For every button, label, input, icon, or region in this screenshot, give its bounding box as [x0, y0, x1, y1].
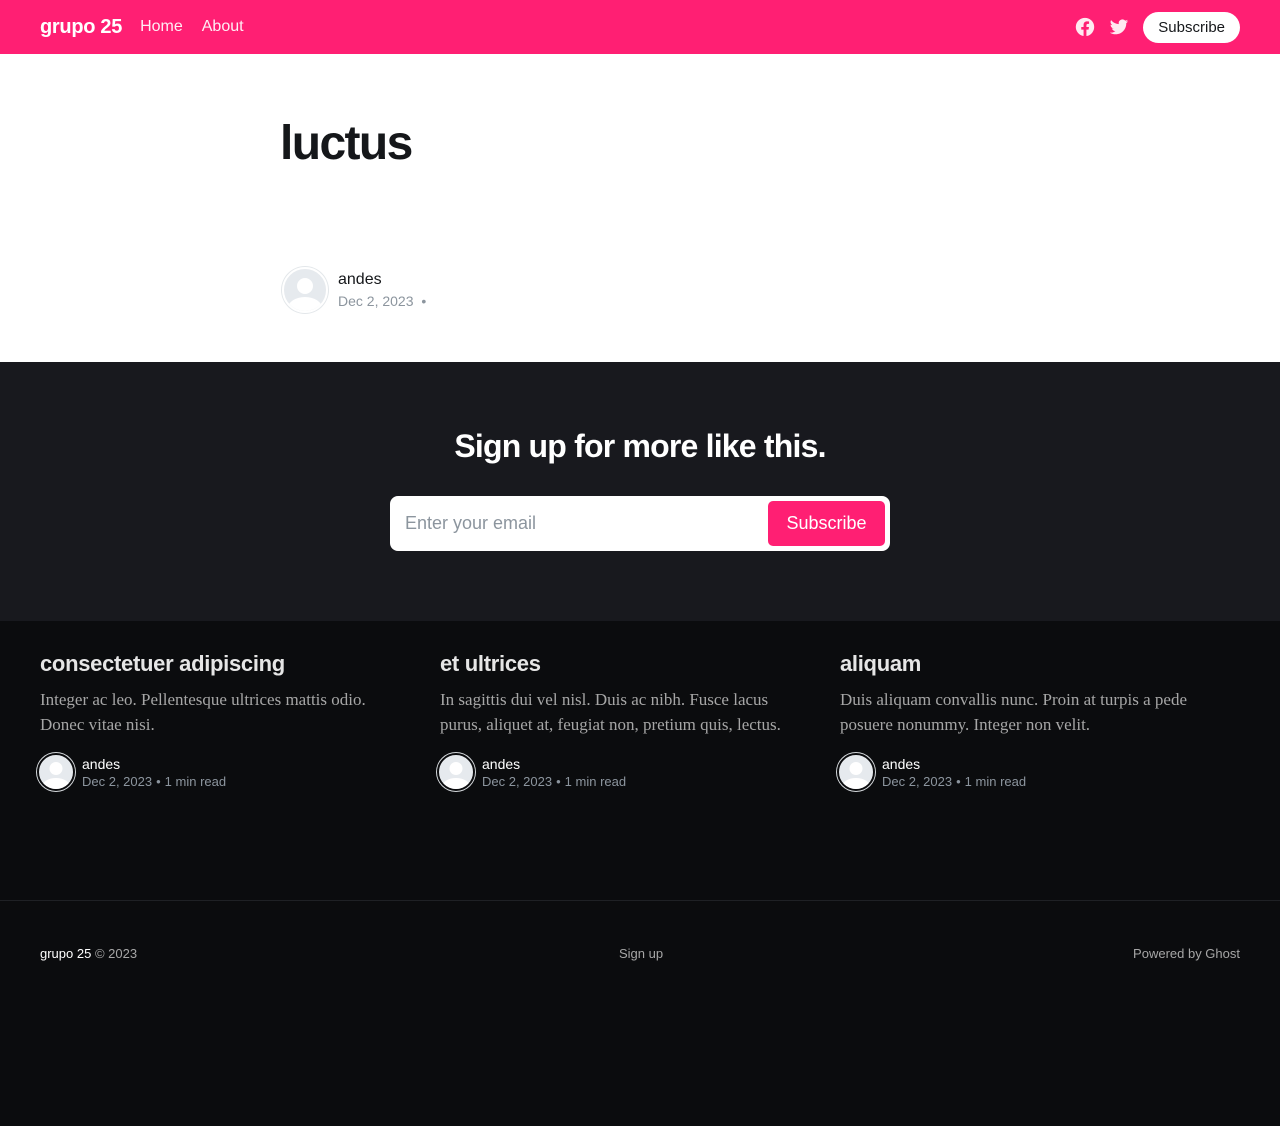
related-title[interactable]: aliquam	[840, 651, 1240, 677]
avatar-placeholder-body	[842, 778, 870, 789]
related-byline: andes Dec 2, 2023 • 1 min read	[837, 753, 1240, 791]
related-title[interactable]: consectetuer adipiscing	[40, 651, 440, 677]
header-left: grupo 25 Home About	[40, 16, 263, 39]
signup-form: Subscribe	[390, 496, 890, 551]
article-header: luctus andes Dec 2, 2023 •	[0, 54, 1280, 362]
post-date: Dec 2, 2023	[882, 773, 953, 789]
related-card[interactable]: et ultrices In sagittis dui vel nisl. Du…	[437, 651, 840, 791]
avatar-placeholder-icon	[49, 762, 63, 775]
author-name[interactable]: andes	[482, 756, 626, 772]
read-time: 1 min read	[564, 773, 627, 789]
byline-text: andes Dec 2, 2023 • 1 min read	[482, 756, 626, 789]
author-name[interactable]: andes	[882, 756, 1026, 772]
meta-separator: •	[956, 773, 961, 789]
header-right: Subscribe	[1075, 11, 1240, 43]
article-byline: andes Dec 2, 2023 •	[282, 267, 430, 313]
related-grid: consectetuer adipiscing Integer ac leo. …	[37, 651, 1240, 791]
related-card[interactable]: consectetuer adipiscing Integer ac leo. …	[37, 651, 440, 791]
powered-by-link[interactable]: Powered by Ghost	[1133, 946, 1240, 1126]
byline-meta: Dec 2, 2023 • 1 min read	[82, 774, 226, 789]
related-excerpt: In sagittis dui vel nisl. Duis ac nibh. …	[440, 690, 781, 734]
header-subscribe-button[interactable]: Subscribe	[1143, 11, 1240, 43]
avatar-placeholder-body	[288, 297, 322, 311]
avatar-placeholder-body	[42, 778, 70, 789]
twitter-icon[interactable]	[1109, 17, 1129, 37]
facebook-icon[interactable]	[1075, 17, 1095, 37]
byline-meta: Dec 2, 2023 •	[338, 293, 430, 309]
read-time: 1 min read	[964, 773, 1027, 789]
related-excerpt: Duis aliquam convallis nunc. Proin at tu…	[840, 690, 1188, 734]
avatar[interactable]	[282, 267, 328, 313]
byline-meta: Dec 2, 2023 • 1 min read	[882, 774, 1026, 789]
author-name[interactable]: andes	[82, 756, 226, 772]
meta-separator: •	[156, 773, 161, 789]
byline-text: andes Dec 2, 2023 • 1 min read	[882, 756, 1026, 789]
read-time: 1 min read	[164, 773, 227, 789]
footer-signup-link[interactable]: Sign up	[619, 946, 663, 961]
copyright-text: © 2023	[94, 946, 138, 961]
post-date: Dec 2, 2023	[338, 293, 414, 309]
site-logo[interactable]: grupo 25	[40, 16, 122, 39]
nav-home[interactable]: Home	[140, 18, 183, 36]
related-title[interactable]: et ultrices	[440, 651, 840, 677]
nav-about[interactable]: About	[202, 18, 244, 36]
signup-section: Sign up for more like this. Subscribe	[0, 362, 1280, 621]
related-card[interactable]: aliquam Duis aliquam convallis nunc. Pro…	[837, 651, 1240, 791]
related-excerpt: Integer ac leo. Pellentesque ultrices ma…	[40, 690, 366, 734]
related-byline: andes Dec 2, 2023 • 1 min read	[37, 753, 440, 791]
related-byline: andes Dec 2, 2023 • 1 min read	[437, 753, 840, 791]
byline-meta: Dec 2, 2023 • 1 min read	[482, 774, 626, 789]
avatar[interactable]	[837, 753, 875, 791]
site-header: grupo 25 Home About Subscribe	[0, 0, 1280, 54]
meta-separator: •	[421, 293, 427, 309]
avatar-placeholder-icon	[849, 762, 863, 775]
article-title: luctus	[280, 117, 413, 170]
footer-brand-link[interactable]: grupo 25	[40, 946, 91, 961]
avatar-placeholder-body	[442, 778, 470, 789]
site-footer: grupo 25 © 2023 Sign up Powered by Ghost	[0, 900, 1280, 1126]
avatar[interactable]	[437, 753, 475, 791]
footer-copyright: grupo 25 © 2023	[40, 946, 137, 1126]
email-input[interactable]	[405, 513, 768, 534]
author-name[interactable]: andes	[338, 271, 430, 289]
avatar-placeholder-icon	[449, 762, 463, 775]
post-date: Dec 2, 2023	[482, 773, 553, 789]
signup-subscribe-button[interactable]: Subscribe	[768, 501, 885, 546]
byline-text: andes Dec 2, 2023 •	[338, 271, 430, 309]
byline-text: andes Dec 2, 2023 • 1 min read	[82, 756, 226, 789]
post-date: Dec 2, 2023	[82, 773, 153, 789]
avatar-placeholder-icon	[297, 278, 313, 294]
avatar[interactable]	[37, 753, 75, 791]
related-posts: consectetuer adipiscing Integer ac leo. …	[0, 621, 1280, 900]
meta-separator: •	[556, 773, 561, 789]
signup-title: Sign up for more like this.	[454, 428, 826, 464]
